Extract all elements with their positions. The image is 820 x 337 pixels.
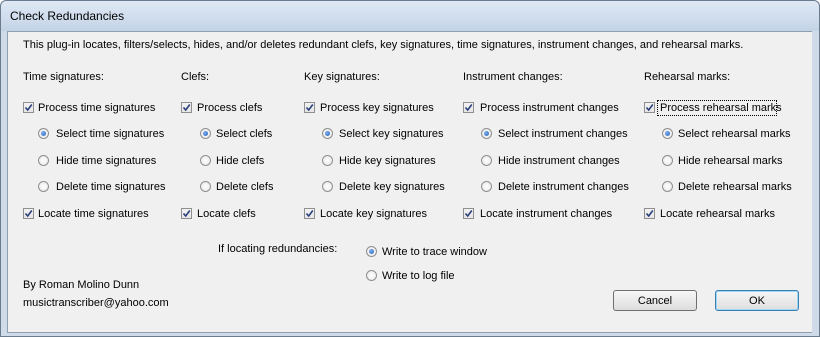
check-icon: [182, 210, 191, 218]
process-time-signatures-checkbox[interactable]: [23, 102, 34, 113]
locate-clefs-label[interactable]: Locate clefs: [197, 208, 256, 220]
process-rehearsal-marks-checkbox[interactable]: [644, 102, 655, 113]
hide-key-signatures-radio[interactable]: [322, 155, 333, 166]
check-icon: [464, 104, 473, 112]
hide-time-signatures-label[interactable]: Hide time signatures: [56, 155, 156, 167]
select-rehearsal-marks-label[interactable]: Select rehearsal marks: [678, 128, 791, 140]
hide-clefs-radio[interactable]: [200, 155, 211, 166]
process-rehearsal-marks-label[interactable]: Process rehearsal marks: [660, 102, 782, 114]
delete-key-signatures-label[interactable]: Delete key signatures: [339, 181, 445, 193]
hide-clefs-label[interactable]: Hide clefs: [216, 155, 264, 167]
rehearsal-marks-header: Rehearsal marks:: [644, 71, 731, 83]
locate-instrument-changes-label[interactable]: Locate instrument changes: [480, 208, 612, 220]
select-time-signatures-label[interactable]: Select time signatures: [56, 128, 164, 140]
hide-rehearsal-marks-radio[interactable]: [662, 155, 673, 166]
check-icon: [24, 104, 33, 112]
delete-instrument-changes-radio[interactable]: [481, 181, 492, 192]
process-time-signatures-label[interactable]: Process time signatures: [38, 102, 155, 114]
locate-instrument-changes-checkbox[interactable]: [463, 208, 474, 219]
check-icon: [24, 210, 33, 218]
locate-clefs-checkbox[interactable]: [181, 208, 192, 219]
hide-key-signatures-label[interactable]: Hide key signatures: [339, 155, 436, 167]
process-instrument-changes-label[interactable]: Process instrument changes: [480, 102, 619, 114]
select-time-signatures-radio[interactable]: [38, 128, 49, 139]
locate-rehearsal-marks-label[interactable]: Locate rehearsal marks: [660, 208, 775, 220]
description-text: This plug-in locates, filters/selects, h…: [23, 39, 744, 51]
delete-rehearsal-marks-radio[interactable]: [662, 181, 673, 192]
author-email: musictranscriber@yahoo.com: [23, 297, 169, 309]
process-clefs-label[interactable]: Process clefs: [197, 102, 262, 114]
check-icon: [645, 210, 654, 218]
select-clefs-radio[interactable]: [200, 128, 211, 139]
check-icon: [645, 104, 654, 112]
select-instrument-changes-label[interactable]: Select instrument changes: [498, 128, 628, 140]
author-name: By Roman Molino Dunn: [23, 279, 140, 291]
delete-clefs-label[interactable]: Delete clefs: [216, 181, 273, 193]
delete-time-signatures-radio[interactable]: [38, 181, 49, 192]
write-log-file-label[interactable]: Write to log file: [382, 270, 455, 282]
delete-time-signatures-label[interactable]: Delete time signatures: [56, 181, 165, 193]
hide-rehearsal-marks-label[interactable]: Hide rehearsal marks: [678, 155, 783, 167]
check-icon: [464, 210, 473, 218]
window-title: Check Redundancies: [10, 9, 125, 23]
cancel-button[interactable]: Cancel: [613, 290, 697, 311]
instrument-changes-header: Instrument changes:: [463, 71, 563, 83]
check-icon: [182, 104, 191, 112]
locate-key-signatures-checkbox[interactable]: [304, 208, 315, 219]
process-key-signatures-checkbox[interactable]: [304, 102, 315, 113]
select-rehearsal-marks-radio[interactable]: [662, 128, 673, 139]
process-key-signatures-label[interactable]: Process key signatures: [320, 102, 434, 114]
ok-button[interactable]: OK: [715, 290, 799, 311]
delete-rehearsal-marks-label[interactable]: Delete rehearsal marks: [678, 181, 792, 193]
check-icon: [305, 210, 314, 218]
delete-clefs-radio[interactable]: [200, 181, 211, 192]
locate-time-signatures-label[interactable]: Locate time signatures: [38, 208, 149, 220]
locating-label: If locating redundancies:: [218, 243, 338, 255]
process-clefs-checkbox[interactable]: [181, 102, 192, 113]
write-log-file-radio[interactable]: [366, 270, 377, 281]
hide-time-signatures-radio[interactable]: [38, 155, 49, 166]
select-key-signatures-radio[interactable]: [322, 128, 333, 139]
select-clefs-label[interactable]: Select clefs: [216, 128, 272, 140]
write-trace-window-label[interactable]: Write to trace window: [382, 246, 487, 258]
process-instrument-changes-checkbox[interactable]: [463, 102, 474, 113]
locate-key-signatures-label[interactable]: Locate key signatures: [320, 208, 427, 220]
title-bar[interactable]: Check Redundancies: [1, 1, 819, 31]
locate-time-signatures-checkbox[interactable]: [23, 208, 34, 219]
time-signatures-header: Time signatures:: [23, 71, 104, 83]
select-instrument-changes-radio[interactable]: [481, 128, 492, 139]
delete-instrument-changes-label[interactable]: Delete instrument changes: [498, 181, 629, 193]
select-key-signatures-label[interactable]: Select key signatures: [339, 128, 444, 140]
clefs-header: Clefs:: [181, 71, 210, 83]
key-signatures-header: Key signatures:: [304, 71, 380, 83]
hide-instrument-changes-label[interactable]: Hide instrument changes: [498, 155, 620, 167]
locate-rehearsal-marks-checkbox[interactable]: [644, 208, 655, 219]
write-trace-window-radio[interactable]: [366, 246, 377, 257]
check-icon: [305, 104, 314, 112]
hide-instrument-changes-radio[interactable]: [481, 155, 492, 166]
delete-key-signatures-radio[interactable]: [322, 181, 333, 192]
